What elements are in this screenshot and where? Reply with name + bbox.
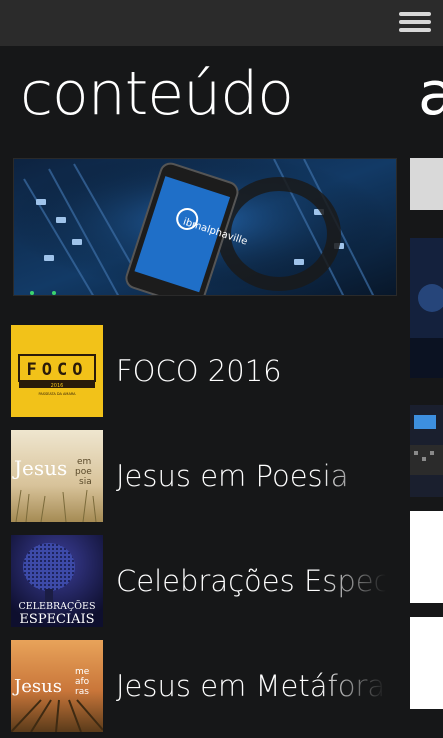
foco-thumbnail: FOCO 2016 PASSEATA DA AMARA	[11, 325, 103, 417]
list-item-label: Jesus em Poesia	[116, 459, 349, 493]
thumb-title-1: CELEBRAÇÕES	[19, 600, 96, 612]
peek-tile-4[interactable]	[410, 511, 443, 603]
svg-text:ras: ras	[75, 687, 89, 697]
jesus-em-metaforas-thumbnail: Jesus me afo ras	[11, 640, 103, 732]
hero-banner[interactable]: ibmalphaville	[13, 158, 397, 296]
thumb-title: Jesus	[12, 676, 62, 697]
svg-text:sia: sia	[79, 477, 92, 487]
thumb-title: Jesus	[12, 456, 67, 480]
svg-text:em: em	[77, 457, 91, 467]
foco-thumb-year: 2016	[51, 383, 64, 389]
thumb-title-2: ESPECIAIS	[19, 612, 94, 627]
section-title[interactable]: conteúdo	[20, 54, 294, 134]
menu-line	[399, 12, 431, 16]
peek-tile-2[interactable]	[410, 238, 443, 378]
hamburger-menu-button[interactable]	[399, 12, 431, 34]
peek-image-3	[410, 405, 443, 497]
list-item-jesus-em-poesia[interactable]: Jesus em poe sia Jesus em Poesia	[11, 430, 391, 522]
list-item-label: Celebrações Especiais	[116, 564, 386, 598]
foco-thumb-caption: PASSEATA DA AMARA	[38, 392, 76, 396]
list-item-label: Jesus em Metáforas	[116, 669, 386, 703]
list-item-foco[interactable]: FOCO 2016 PASSEATA DA AMARA FOCO 2016	[11, 325, 391, 417]
svg-text:afo: afo	[75, 677, 90, 687]
menu-line	[399, 28, 431, 32]
svg-text:poe: poe	[75, 467, 92, 477]
foco-thumb-title: FOCO	[27, 360, 88, 380]
peek-tile-1[interactable]	[410, 158, 443, 210]
list-item-celebracoes-especiais[interactable]: CELEBRAÇÕES ESPECIAIS Celebrações Especi…	[11, 535, 391, 627]
peek-tile-3[interactable]	[410, 405, 443, 497]
peek-image-2	[410, 238, 443, 378]
jesus-em-poesia-thumbnail: Jesus em poe sia	[11, 430, 103, 522]
next-section-title[interactable]: a	[418, 54, 443, 134]
svg-text:me: me	[75, 667, 90, 677]
peek-tile-5[interactable]	[410, 617, 443, 709]
celebracoes-thumbnail: CELEBRAÇÕES ESPECIAIS	[11, 535, 103, 627]
list-item-label: FOCO 2016	[116, 354, 282, 388]
mixing-console-image: ibmalphaville	[14, 159, 396, 295]
menu-line	[399, 20, 431, 24]
list-item-jesus-em-metaforas[interactable]: Jesus me afo ras Jesus em Metáforas	[11, 640, 391, 732]
app-bar	[0, 0, 443, 46]
